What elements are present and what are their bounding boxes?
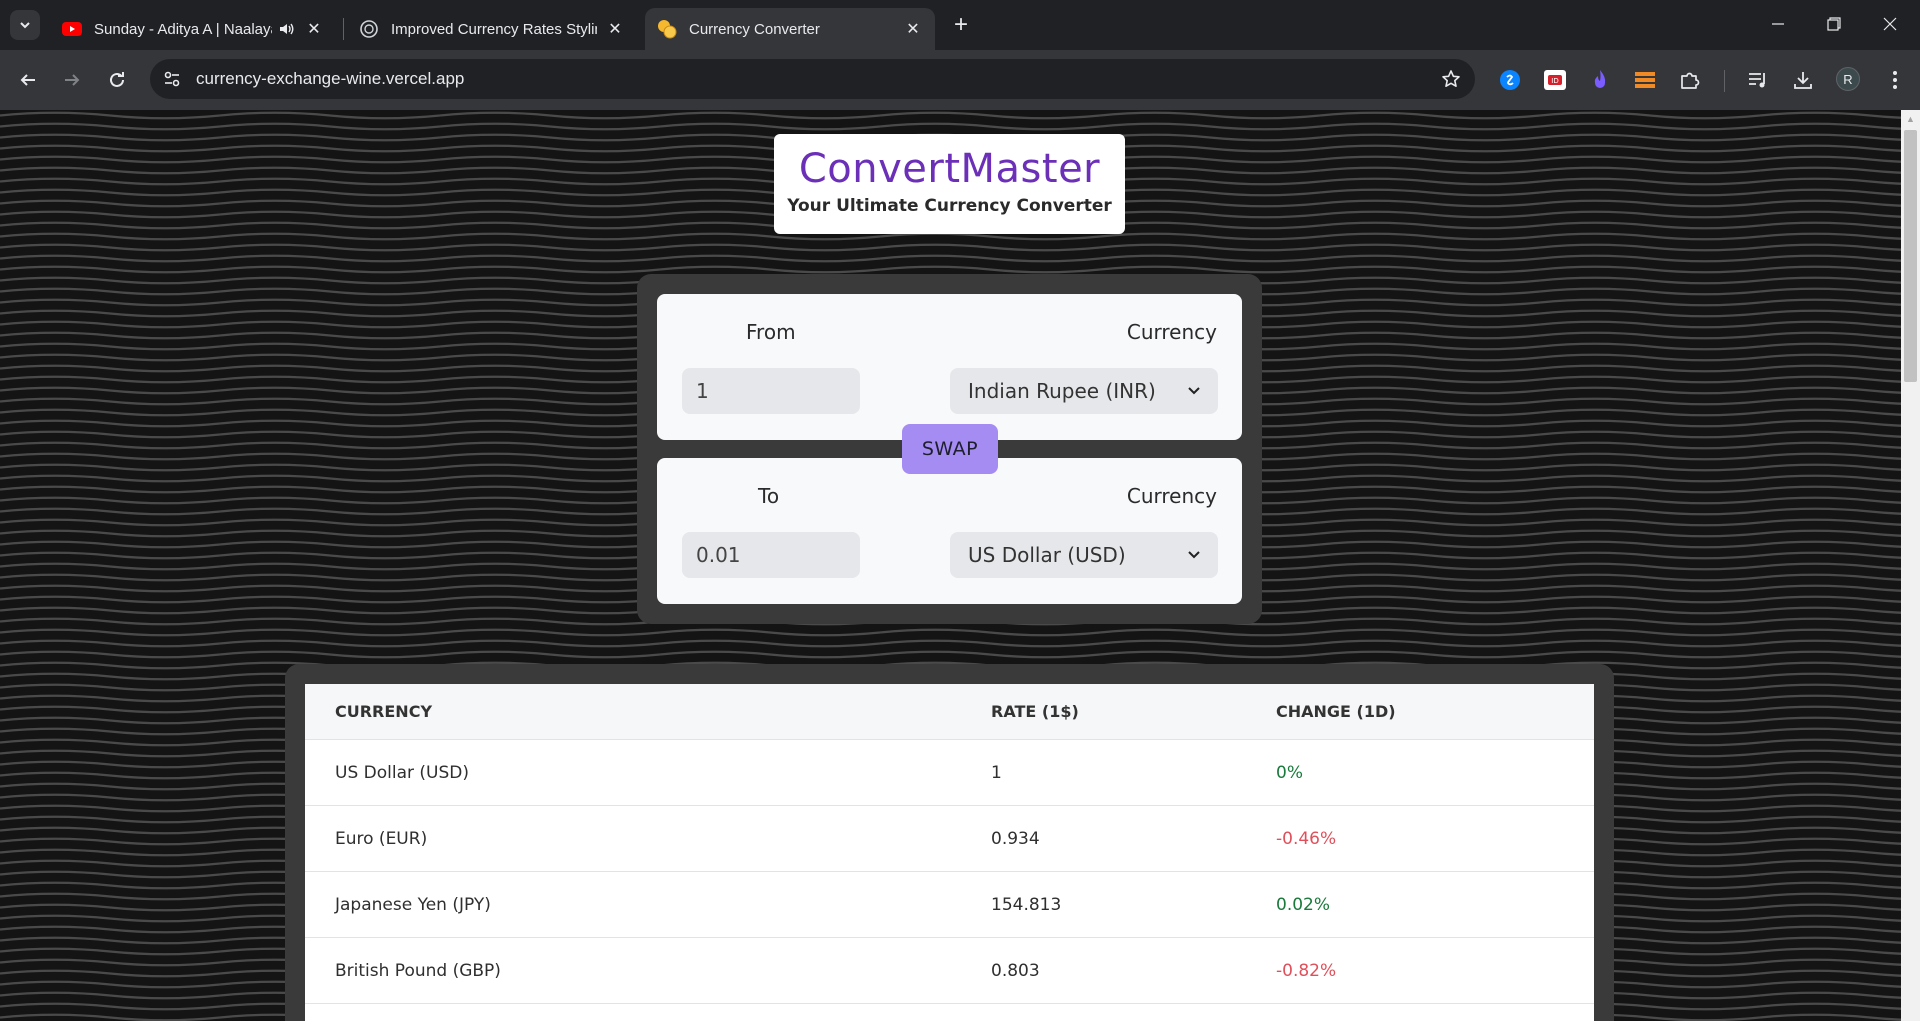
puzzle-icon[interactable]: [1678, 68, 1702, 92]
coins-icon: [657, 19, 677, 39]
toolbar-separator: [1724, 70, 1725, 92]
site-info-icon[interactable]: [162, 69, 182, 89]
table-row: US Dollar (USD) 1 0%: [305, 740, 1594, 806]
from-panel: From Currency Indian Rupee (INR): [657, 294, 1242, 440]
chevron-down-icon: [1188, 551, 1200, 559]
page-scrollbar[interactable]: ▲: [1901, 110, 1920, 1021]
arrow-left-icon: [20, 74, 35, 86]
change-cell: 0%: [1276, 762, 1303, 783]
to-amount-input[interactable]: [682, 532, 860, 578]
tab-strip: Sunday - Aditya A | Naalayak ✕ Improved …: [0, 0, 1920, 50]
url-text[interactable]: currency-exchange-wine.vercel.app: [196, 69, 464, 89]
more-menu-icon[interactable]: [1883, 68, 1907, 92]
from-amount-input[interactable]: [682, 368, 860, 414]
chatgpt-icon: [359, 19, 379, 39]
media-control-icon[interactable]: [1746, 68, 1770, 92]
tab-title: Improved Currency Rates Styling: [391, 20, 597, 38]
table-row: Japanese Yen (JPY) 154.813 0.02%: [305, 872, 1594, 938]
from-label: From: [746, 320, 796, 344]
forward-button[interactable]: [55, 63, 89, 97]
rates-card: CURRENCY RATE (1$) CHANGE (1D) US Dollar…: [285, 664, 1614, 1021]
tab-title: Currency Converter: [689, 20, 820, 38]
reload-icon: [110, 72, 124, 87]
currency-cell: US Dollar (USD): [335, 762, 469, 783]
table-row: Euro (EUR) 0.934 -0.46%: [305, 806, 1594, 872]
scroll-thumb[interactable]: [1904, 130, 1917, 382]
arrow-right-icon: [65, 74, 80, 86]
to-currency-label: Currency: [1126, 484, 1217, 508]
currency-cell: Japanese Yen (JPY): [335, 894, 491, 915]
redirect-icon[interactable]: ID: [1543, 68, 1567, 92]
address-bar[interactable]: currency-exchange-wine.vercel.app: [150, 59, 1475, 99]
minimize-button[interactable]: [1750, 0, 1806, 48]
tab-separator: [343, 18, 344, 40]
from-currency-value: Indian Rupee (INR): [968, 379, 1156, 403]
new-tab-button[interactable]: +: [948, 11, 974, 38]
change-cell: -0.46%: [1276, 828, 1337, 849]
currency-cell: Euro (EUR): [335, 828, 428, 849]
bookmark-star-icon[interactable]: [1441, 69, 1461, 89]
shazam-icon[interactable]: [1498, 68, 1522, 92]
swap-button[interactable]: SWAP: [902, 424, 998, 474]
to-currency-select[interactable]: US Dollar (USD): [950, 532, 1218, 578]
audio-playing-icon[interactable]: [278, 19, 296, 39]
page-viewport: ConvertMaster Your Ultimate Currency Con…: [0, 110, 1901, 1021]
browser-toolbar: currency-exchange-wine.vercel.app ID R: [0, 50, 1920, 110]
profile-avatar[interactable]: R: [1836, 67, 1860, 91]
tab-youtube[interactable]: Sunday - Aditya A | Naalayak ✕: [50, 8, 336, 50]
to-panel: To Currency US Dollar (USD): [657, 458, 1242, 604]
rate-cell: 0.934: [991, 828, 1040, 849]
table-row: British Pound (GBP) 0.803 -0.82%: [305, 938, 1594, 1004]
change-cell: 0.02%: [1276, 894, 1331, 915]
restore-button[interactable]: [1806, 0, 1862, 48]
column-header-rate: RATE (1$): [991, 702, 1079, 721]
change-cell: -0.82%: [1276, 960, 1337, 981]
svg-text:ID: ID: [1551, 77, 1558, 85]
rate-cell: 0.803: [991, 960, 1040, 981]
chevron-down-icon: [20, 22, 30, 29]
tab-close-icon[interactable]: ✕: [304, 19, 324, 39]
reload-button[interactable]: [100, 63, 134, 97]
column-header-change: CHANGE (1D): [1276, 702, 1396, 721]
rates-table: CURRENCY RATE (1$) CHANGE (1D) US Dollar…: [305, 684, 1594, 1021]
scroll-up-arrow[interactable]: ▲: [1901, 110, 1920, 127]
tab-title: Sunday - Aditya A | Naalayak: [94, 20, 272, 38]
tab-close-icon[interactable]: ✕: [605, 19, 625, 39]
download-icon[interactable]: [1791, 68, 1815, 92]
to-label: To: [758, 484, 780, 508]
column-header-currency: CURRENCY: [335, 702, 433, 721]
rate-cell: 154.813: [991, 894, 1062, 915]
brand-name: ConvertMaster: [798, 146, 1101, 192]
brand-tagline: Your Ultimate Currency Converter: [787, 196, 1112, 216]
tab-close-icon[interactable]: ✕: [903, 19, 923, 39]
close-window-button[interactable]: [1862, 0, 1918, 48]
youtube-icon: [62, 19, 82, 39]
table-row: [305, 1004, 1594, 1021]
brand-card: ConvertMaster Your Ultimate Currency Con…: [774, 134, 1125, 234]
rate-cell: 1: [991, 762, 1002, 783]
tab-chatgpt[interactable]: Improved Currency Rates Styling ✕: [347, 8, 637, 50]
flame-icon[interactable]: [1588, 68, 1612, 92]
chevron-down-icon: [1188, 387, 1200, 395]
from-currency-select[interactable]: Indian Rupee (INR): [950, 368, 1218, 414]
back-button[interactable]: [11, 63, 45, 97]
to-currency-value: US Dollar (USD): [968, 543, 1126, 567]
converter-card: From Currency Indian Rupee (INR) To Curr…: [637, 274, 1262, 624]
tab-search-button[interactable]: [10, 10, 40, 40]
currency-cell: British Pound (GBP): [335, 960, 501, 981]
tab-currency-converter[interactable]: Currency Converter ✕: [645, 8, 935, 50]
stack-icon[interactable]: [1633, 68, 1657, 92]
table-header-row: CURRENCY RATE (1$) CHANGE (1D): [305, 684, 1594, 740]
from-currency-label: Currency: [1126, 320, 1217, 344]
